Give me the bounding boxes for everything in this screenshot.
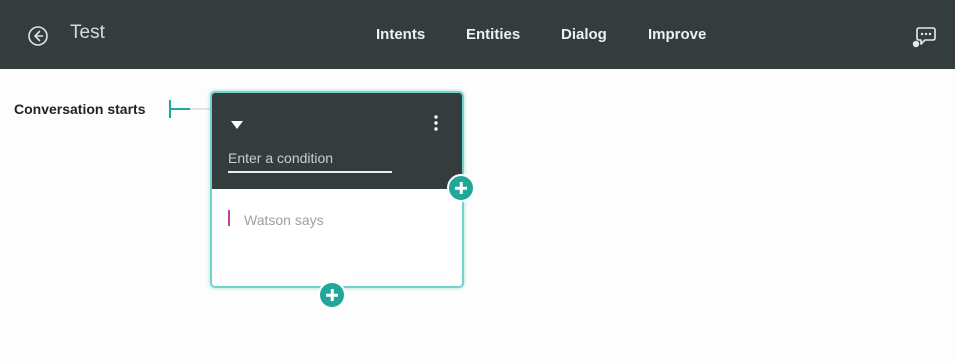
start-connector: [169, 100, 212, 118]
tab-intents[interactable]: Intents: [376, 26, 425, 43]
add-child-node-plus-icon[interactable]: [447, 174, 475, 202]
conversation-starts-label: Conversation starts: [14, 101, 146, 117]
workspace-title: Test: [70, 22, 105, 43]
tab-dialog[interactable]: Dialog: [561, 26, 607, 43]
add-sibling-node-plus-icon[interactable]: [318, 281, 346, 309]
node-header: [212, 93, 462, 189]
response-marker: [228, 210, 230, 226]
dialog-node[interactable]: [210, 91, 464, 288]
caret-down-icon[interactable]: [230, 117, 244, 129]
vertical-ellipsis-icon[interactable]: [429, 113, 443, 135]
top-bar: Test Intents Entities Dialog Improve: [0, 0, 955, 69]
tab-improve[interactable]: Improve: [648, 26, 706, 43]
condition-input[interactable]: [228, 149, 392, 173]
back-arrow-icon[interactable]: [27, 25, 49, 47]
watson-says-input[interactable]: [244, 210, 444, 230]
chat-bubble-icon[interactable]: [911, 24, 937, 50]
tab-entities[interactable]: Entities: [466, 26, 520, 43]
